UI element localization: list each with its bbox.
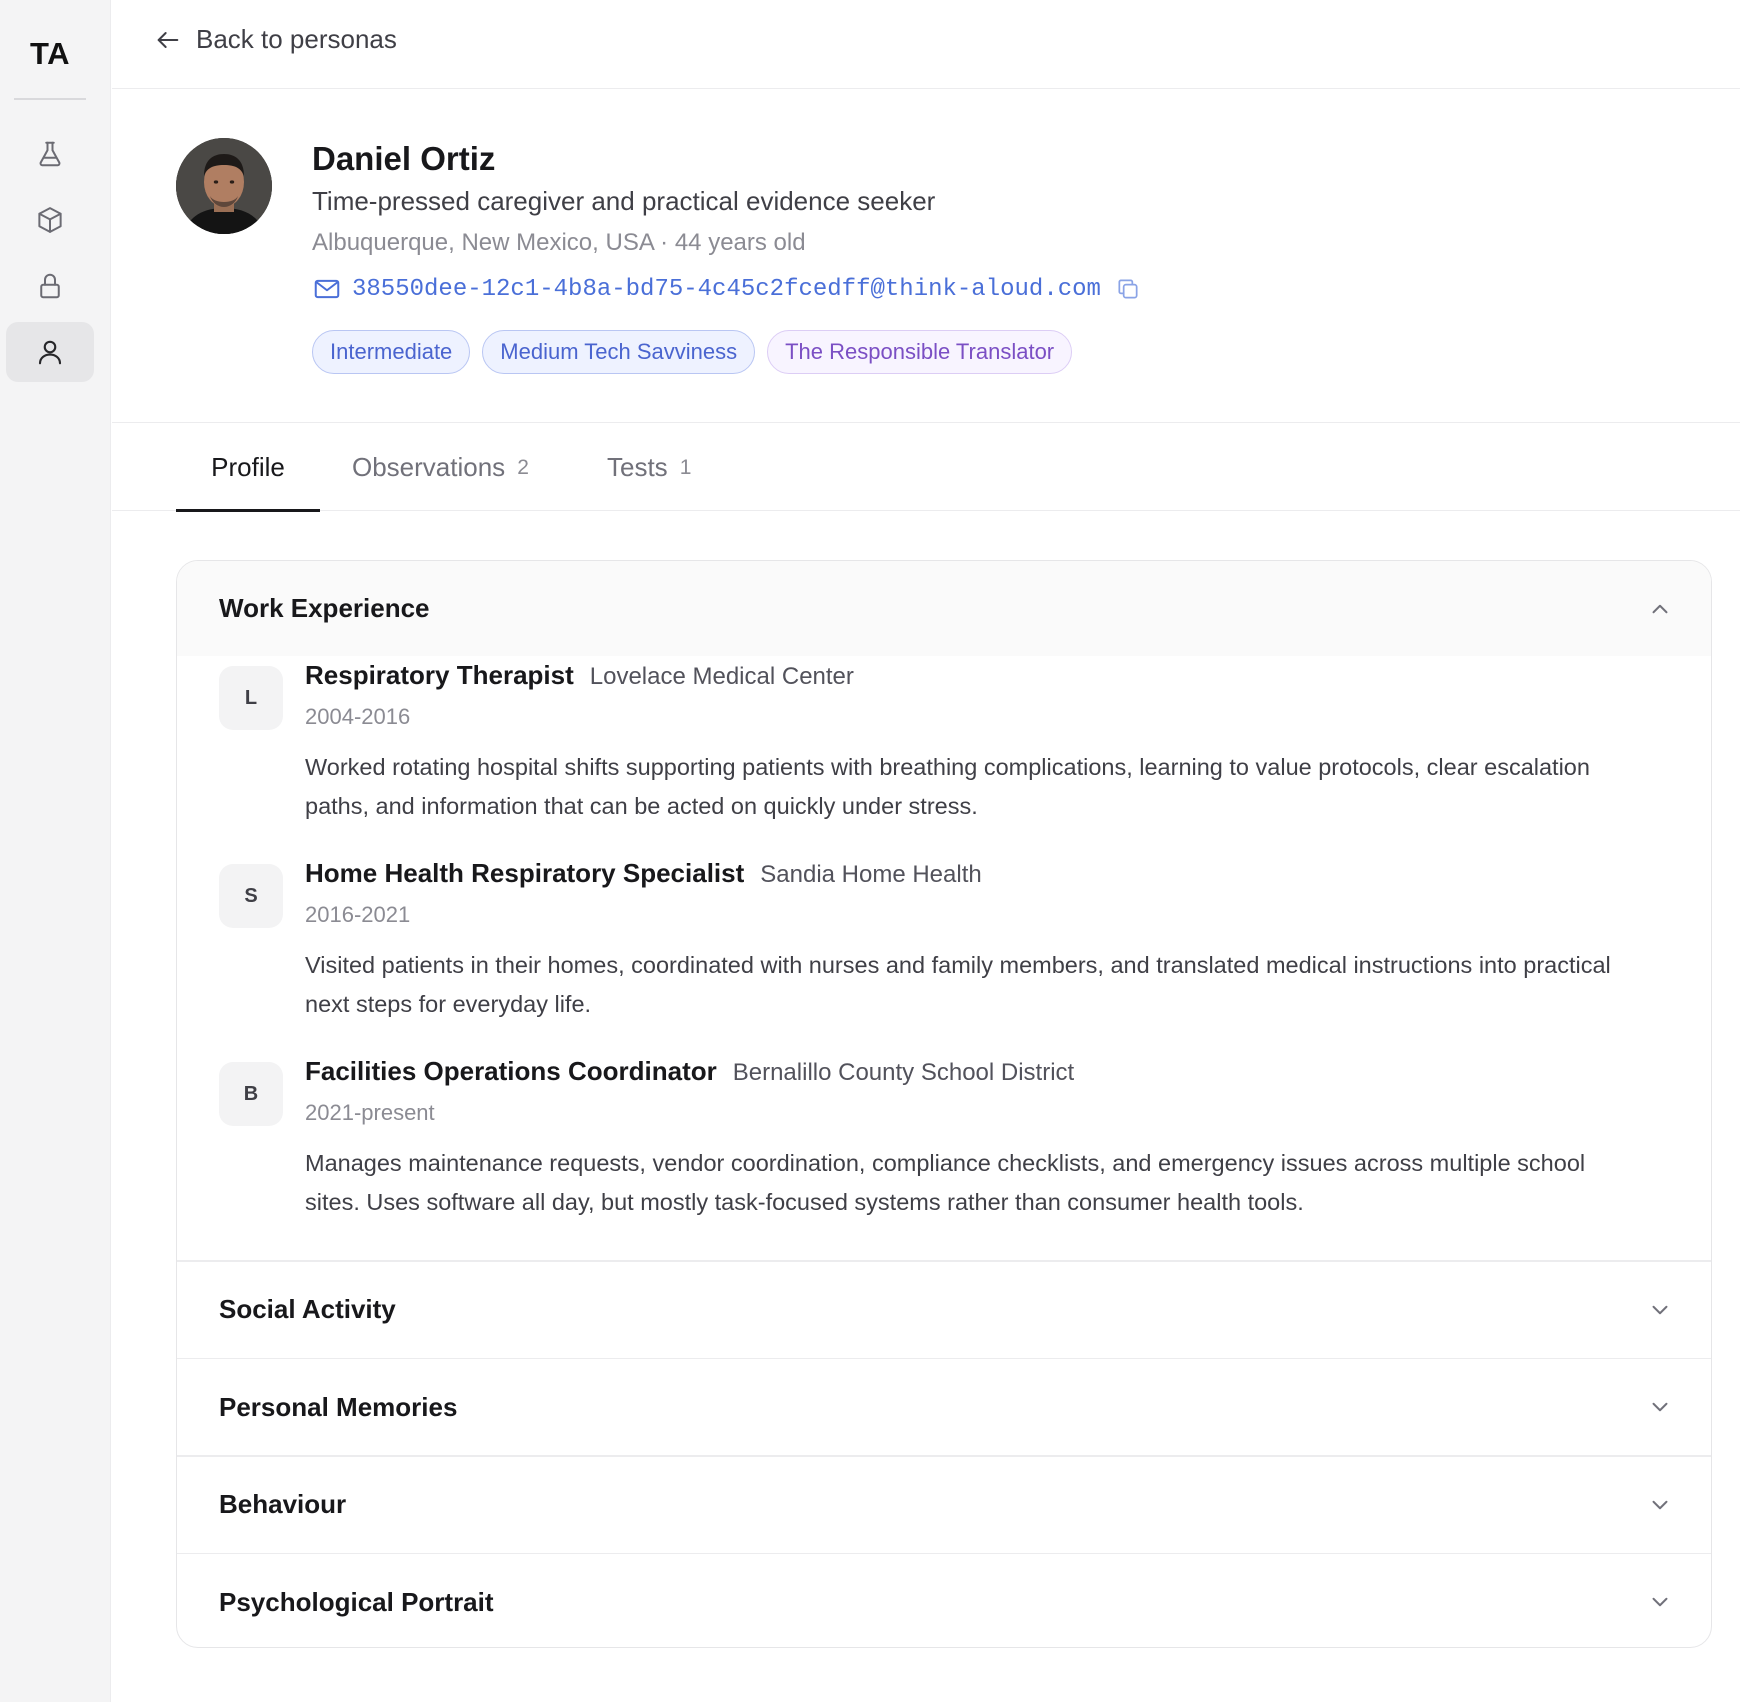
work-experience-list: L Respiratory Therapist Lovelace Medical…	[177, 656, 1711, 1260]
persona-tags: Intermediate Medium Tech Savviness The R…	[312, 330, 1073, 374]
section-title: Work Experience	[219, 593, 430, 623]
tab-tests-label: Tests	[607, 452, 668, 482]
section-behaviour-header[interactable]: Behaviour	[177, 1457, 1711, 1553]
section-title: Behaviour	[219, 1489, 347, 1519]
persona-name: Daniel Ortiz	[312, 140, 496, 177]
company-initial-badge: L	[219, 666, 283, 730]
job-role: Home Health Respiratory Specialist	[305, 858, 745, 888]
tab-tests-count: 1	[679, 455, 692, 479]
section-title: Personal Memories	[219, 1391, 458, 1422]
mail-icon	[314, 279, 340, 299]
persona-subtitle: Time-pressed caregiver and practical evi…	[312, 186, 936, 216]
section-psychological-portrait-header[interactable]: Psychological Portrait	[177, 1554, 1711, 1647]
company-initial-badge: S	[219, 864, 283, 928]
sidebar-item-security[interactable]	[6, 256, 94, 316]
section-social-activity-header[interactable]: Social Activity	[177, 1262, 1711, 1358]
section-title: Psychological Portrait	[219, 1586, 494, 1617]
tag-tech-savviness: Medium Tech Savviness	[482, 330, 756, 374]
persona-email[interactable]: 38550dee-12c1-4b8a-bd75-4c45c2fcedff@thi…	[352, 276, 1101, 303]
job-company: Lovelace Medical Center	[589, 663, 854, 690]
sidebar-item-products[interactable]	[6, 190, 94, 250]
tab-observations-count: 2	[517, 455, 529, 479]
section-personal-memories-header[interactable]: Personal Memories	[177, 1359, 1711, 1455]
job-company: Bernalillo County School District	[732, 1059, 1075, 1086]
app-logo[interactable]: TA	[0, 36, 100, 72]
job-years: 2004-2016	[305, 704, 411, 729]
cube-icon	[38, 207, 62, 233]
persona-tabs: Profile Observations 2 Tests 1	[112, 424, 1740, 512]
tab-observations[interactable]: Observations 2	[352, 424, 529, 511]
arrow-left-icon	[157, 31, 179, 48]
user-icon	[38, 340, 62, 365]
persona-meta: Albuquerque, New Mexico, USA · 44 years …	[312, 229, 806, 256]
sidebar-item-personas[interactable]	[6, 322, 94, 382]
top-bar: Back to personas	[112, 0, 1740, 89]
job-role: Facilities Operations Coordinator	[305, 1056, 717, 1086]
sidebar: TA	[0, 0, 111, 1702]
persona-avatar	[176, 138, 272, 234]
job-description: Manages maintenance requests, vendor coo…	[305, 1150, 1586, 1215]
back-link-label: Back to personas	[196, 24, 397, 54]
sidebar-item-tests[interactable]	[6, 124, 94, 184]
email-row: 38550dee-12c1-4b8a-bd75-4c45c2fcedff@thi…	[312, 274, 1141, 304]
tab-tests[interactable]: Tests 1	[607, 424, 691, 511]
tab-profile[interactable]: Profile	[176, 424, 320, 512]
chevron-down-icon	[1652, 1500, 1668, 1509]
flask-icon	[39, 141, 61, 167]
back-to-personas-link[interactable]: Back to personas	[154, 24, 397, 55]
chevron-down-icon	[1652, 1305, 1668, 1314]
chevron-up-icon	[1652, 604, 1668, 613]
sidebar-divider	[14, 98, 86, 100]
job-description: Worked rotating hospital shifts supporti…	[305, 754, 1590, 819]
profile-sections-card: Work Experience L Respiratory Therapist …	[176, 560, 1712, 1648]
job-role: Respiratory Therapist	[305, 660, 574, 690]
tag-archetype: The Responsible Translator	[767, 330, 1073, 374]
section-title: Social Activity	[219, 1294, 396, 1324]
job-years: 2016-2021	[305, 902, 411, 927]
section-work-experience-header[interactable]: Work Experience	[177, 561, 1711, 656]
company-initial-badge: B	[219, 1062, 283, 1126]
copy-icon[interactable]	[1115, 276, 1141, 302]
chevron-down-icon	[1652, 1597, 1668, 1607]
lock-icon	[40, 273, 60, 299]
tag-experience-level: Intermediate	[312, 330, 471, 374]
tab-observations-label: Observations	[352, 452, 506, 482]
job-company: Sandia Home Health	[760, 861, 982, 888]
persona-header: Daniel Ortiz Time-pressed caregiver and …	[112, 90, 1740, 423]
chevron-down-icon	[1652, 1402, 1668, 1412]
job-years: 2021-present	[305, 1100, 435, 1125]
tab-profile-label: Profile	[211, 452, 285, 482]
job-description: Visited patients in their homes, coordin…	[305, 952, 1611, 1017]
